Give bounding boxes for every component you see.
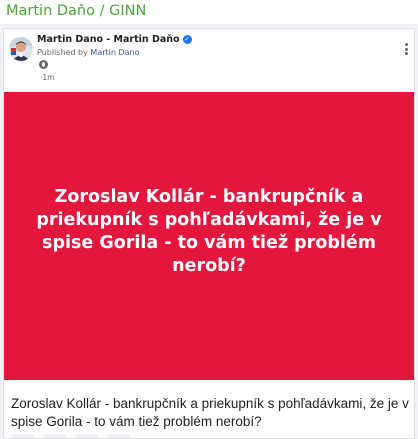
post-header: Martin Dano - Martin Daňo ✓ Published by … <box>4 29 416 89</box>
avatar-image <box>9 37 33 61</box>
source-header[interactable]: Martin Daňo / GINN <box>0 0 418 24</box>
published-by: Published by Martin Dano <box>37 48 140 57</box>
caption-box: Zoroslav Kollár - bankrupčník a priekupn… <box>3 380 415 439</box>
facebook-post: Martin Dano - Martin Daňo ✓ Published by … <box>3 28 416 381</box>
post-image[interactable]: Zoroslav Kollár - bankrupčník a priekupn… <box>4 92 414 381</box>
post-timestamp[interactable]: ·1m <box>40 73 54 82</box>
post-card: Martin Dano - Martin Daňo ✓ Published by … <box>0 24 418 439</box>
avatar[interactable] <box>9 37 33 61</box>
published-prefix: Published by <box>37 48 88 57</box>
reaction-bar <box>4 432 416 438</box>
world-icon <box>39 60 48 69</box>
more-options-icon[interactable] <box>405 43 408 55</box>
time-value[interactable]: 1m <box>42 73 54 82</box>
page-name[interactable]: Martin Dano - Martin Daňo ✓ <box>37 34 192 45</box>
publisher-link[interactable]: Martin Dano <box>90 48 139 57</box>
page-name-text[interactable]: Martin Dano - Martin Daňo <box>37 34 180 45</box>
post-caption: Zoroslav Kollár - bankrupčník a priekupn… <box>11 396 409 429</box>
post-image-text: Zoroslav Kollár - bankrupčník a priekupn… <box>36 186 382 276</box>
verified-badge-icon: ✓ <box>182 35 192 44</box>
